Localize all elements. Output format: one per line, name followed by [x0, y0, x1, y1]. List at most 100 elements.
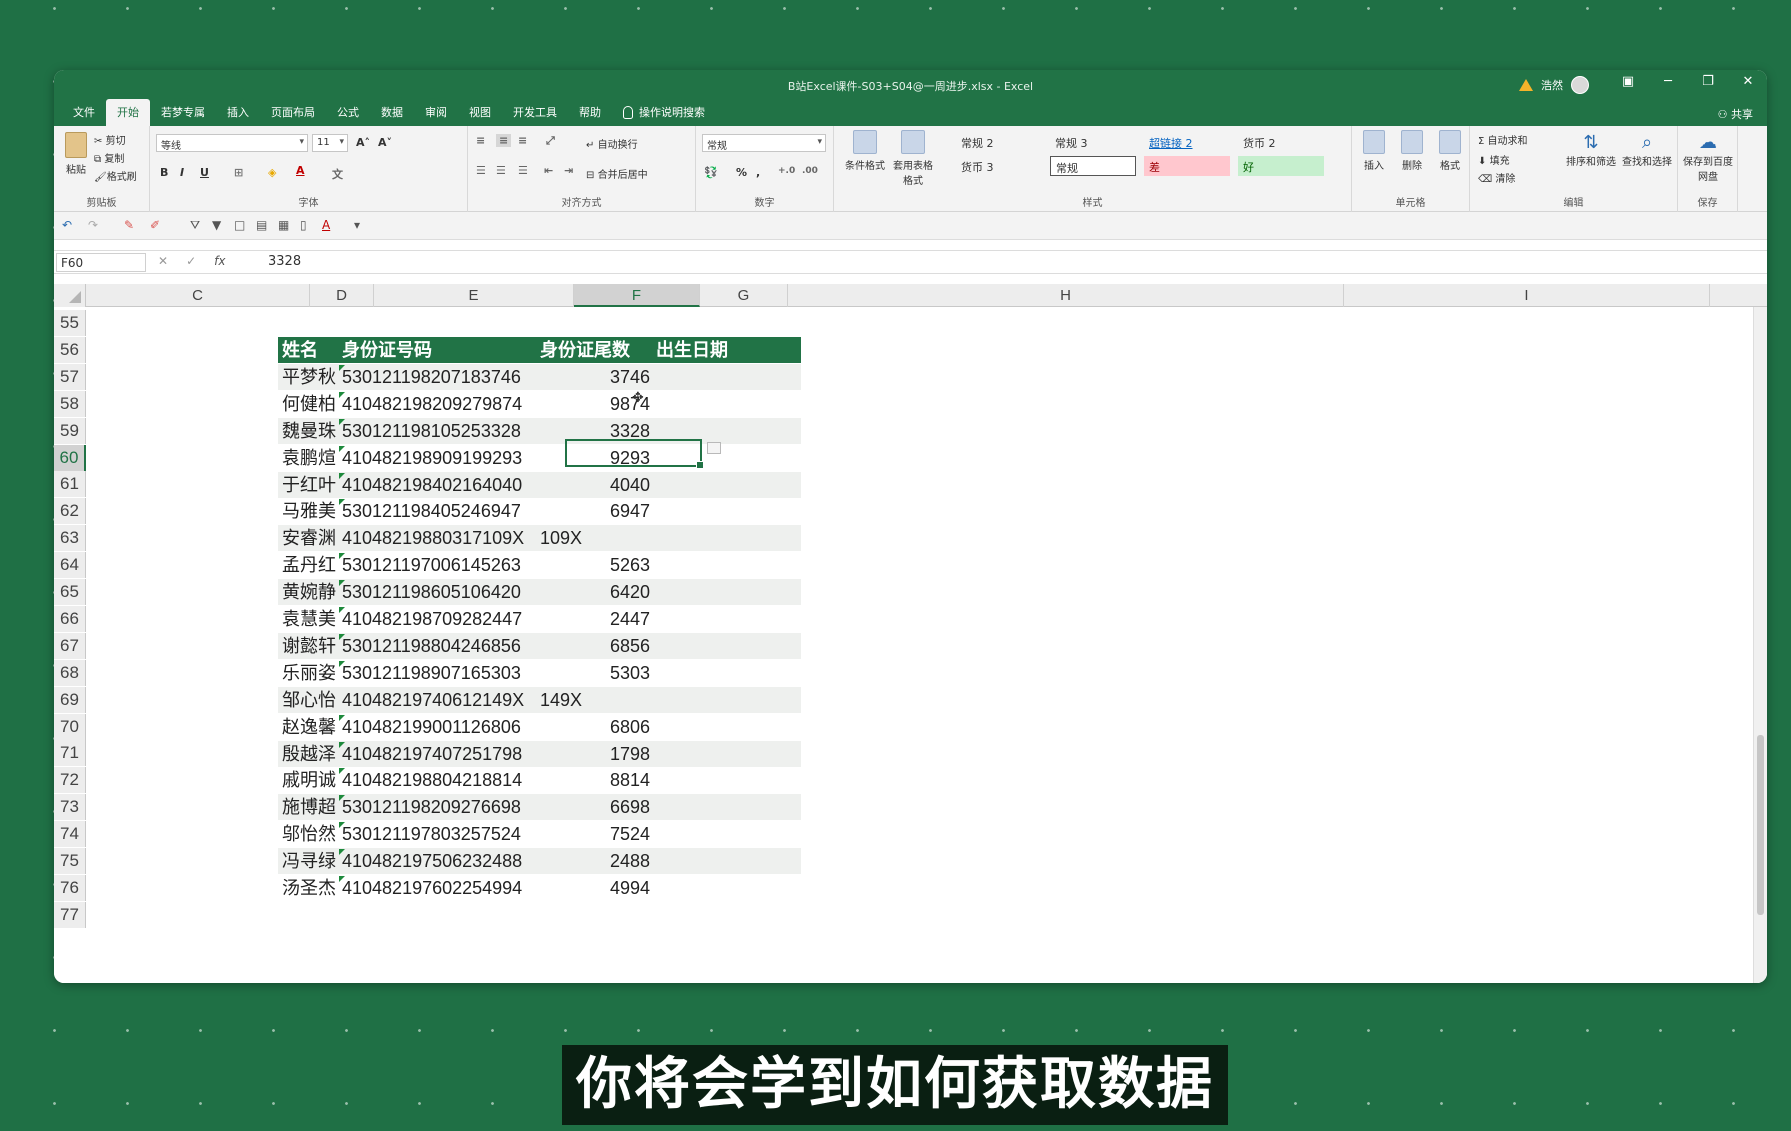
- format-as-table-button[interactable]: 套用表格格式: [890, 130, 936, 187]
- name-cell[interactable]: 谢懿轩: [282, 633, 340, 659]
- column-header-c[interactable]: C: [86, 284, 310, 307]
- header-name[interactable]: 姓名: [282, 337, 340, 363]
- id-number-cell[interactable]: 410482197506232488: [339, 848, 532, 874]
- column-header-e[interactable]: E: [374, 284, 574, 307]
- id-tail-cell[interactable]: 149X: [534, 687, 654, 713]
- row-header-69[interactable]: 69: [54, 686, 86, 713]
- name-cell[interactable]: 戚明诚: [282, 767, 340, 793]
- tab-page-layout[interactable]: 页面布局: [260, 104, 326, 126]
- row-header-70[interactable]: 70: [54, 713, 86, 740]
- sort-filter-button[interactable]: ⇅ 排序和筛选: [1564, 132, 1618, 168]
- row-header-56[interactable]: 56: [54, 336, 86, 363]
- row-header-73[interactable]: 73: [54, 794, 86, 821]
- merge-center-button[interactable]: ⊟ 合并后居中: [586, 166, 648, 181]
- cancel-icon[interactable]: ✕: [158, 254, 168, 268]
- find-select-button[interactable]: ⌕ 查找和选择: [1620, 132, 1674, 168]
- id-number-cell[interactable]: 530121198907165303: [339, 660, 532, 686]
- font-family-select[interactable]: 等线: [156, 134, 308, 152]
- id-tail-cell[interactable]: 5303: [534, 660, 654, 686]
- style-bad[interactable]: 差: [1144, 156, 1230, 176]
- table-icon[interactable]: ▤: [256, 218, 267, 232]
- style-hyperlink-2[interactable]: 超链接 2: [1144, 132, 1230, 152]
- id-tail-cell[interactable]: 6806: [534, 714, 654, 740]
- tab-view[interactable]: 视图: [458, 104, 502, 126]
- insert-cells-button[interactable]: 插入: [1358, 130, 1390, 172]
- close-icon[interactable]: ✕: [1739, 74, 1757, 89]
- column-header-h[interactable]: H: [788, 284, 1344, 307]
- phonetic-icon[interactable]: 文: [332, 166, 343, 182]
- tab-review[interactable]: 审阅: [414, 104, 458, 126]
- increase-decimal-icon[interactable]: +.0: [778, 166, 795, 176]
- row-header-60[interactable]: 60: [54, 444, 86, 471]
- align-right-icon[interactable]: ☰: [518, 164, 528, 177]
- id-tail-cell[interactable]: 8814: [534, 767, 654, 793]
- name-box[interactable]: F60: [56, 253, 146, 272]
- vertical-scrollbar[interactable]: [1753, 307, 1767, 983]
- name-cell[interactable]: 殷越泽: [282, 741, 340, 767]
- customize-qat-icon[interactable]: ▾: [354, 218, 360, 232]
- birth-date-cell[interactable]: [656, 525, 796, 551]
- header-birth-date[interactable]: 出生日期: [656, 337, 796, 363]
- id-tail-cell[interactable]: 6420: [534, 579, 654, 605]
- column-header-d[interactable]: D: [310, 284, 374, 307]
- name-cell[interactable]: 施博超: [282, 794, 340, 820]
- paste-button[interactable]: 粘贴: [62, 132, 90, 176]
- format-painter-button[interactable]: 🖌格式刷: [94, 168, 137, 183]
- tab-home[interactable]: 开始: [106, 99, 150, 126]
- italic-button[interactable]: I: [180, 166, 184, 179]
- id-number-cell[interactable]: 410482198709282447: [339, 606, 532, 632]
- percent-icon[interactable]: %: [736, 166, 747, 179]
- id-number-cell[interactable]: 530121198605106420: [339, 579, 532, 605]
- grid-icon[interactable]: ▦: [278, 218, 289, 232]
- style-currency-3[interactable]: 货币 3: [956, 156, 1042, 176]
- id-number-cell[interactable]: 41048219880317109X: [342, 525, 532, 551]
- font-size-select[interactable]: 11: [312, 134, 348, 152]
- save-baidu-button[interactable]: ☁ 保存到百度网盘: [1682, 132, 1734, 183]
- underline-button[interactable]: U: [200, 166, 209, 179]
- avatar[interactable]: [1571, 76, 1589, 94]
- id-number-cell[interactable]: 530121198405246947: [339, 498, 532, 524]
- row-header-61[interactable]: 61: [54, 471, 86, 498]
- align-top-icon[interactable]: ≡: [476, 134, 485, 147]
- name-cell[interactable]: 平梦秋: [282, 364, 340, 390]
- id-tail-cell[interactable]: 6698: [534, 794, 654, 820]
- comma-icon[interactable]: ,: [756, 166, 760, 179]
- border-icon[interactable]: ⊞: [234, 166, 243, 179]
- worksheet-grid[interactable]: C D E F G H I 55 56 57 58 59 60 61 62 63 64 65 66 67…: [54, 284, 1767, 983]
- row-header-59[interactable]: 59: [54, 417, 86, 444]
- id-number-cell[interactable]: 410482198209279874: [339, 391, 532, 417]
- row-header-68[interactable]: 68: [54, 659, 86, 686]
- id-tail-cell[interactable]: 2488: [534, 848, 654, 874]
- id-tail-cell[interactable]: 6856: [534, 633, 654, 659]
- id-number-cell[interactable]: 530121198209276698: [339, 794, 532, 820]
- row-header-64[interactable]: 64: [54, 552, 86, 579]
- row-header-55[interactable]: 55: [54, 310, 86, 336]
- tab-insert[interactable]: 插入: [216, 104, 260, 126]
- birth-date-cell[interactable]: [656, 472, 796, 498]
- style-normal[interactable]: 常规: [1050, 156, 1136, 176]
- id-number-cell[interactable]: 410482198804218814: [339, 767, 532, 793]
- birth-date-cell[interactable]: [656, 606, 796, 632]
- number-format-select[interactable]: 常规: [702, 134, 826, 152]
- birth-date-cell[interactable]: [656, 848, 796, 874]
- column-header-f[interactable]: F: [574, 284, 700, 307]
- row-header-72[interactable]: 72: [54, 767, 86, 794]
- funnel-clear-icon[interactable]: ⛛: [190, 218, 200, 233]
- row-header-62[interactable]: 62: [54, 498, 86, 525]
- birth-date-cell[interactable]: [656, 660, 796, 686]
- name-cell[interactable]: 乐丽姿: [282, 660, 340, 686]
- birth-date-cell[interactable]: [656, 741, 796, 767]
- copy-button[interactable]: ⧉ 复制: [94, 150, 124, 165]
- share-button[interactable]: ⚇ 共享: [1718, 106, 1753, 122]
- id-number-cell[interactable]: 410482197602254994: [339, 875, 532, 901]
- column-header-i[interactable]: I: [1344, 284, 1710, 307]
- name-cell[interactable]: 汤圣杰: [282, 875, 340, 901]
- currency-icon[interactable]: 💱: [704, 166, 718, 179]
- row-header-67[interactable]: 67: [54, 632, 86, 659]
- birth-date-cell[interactable]: [656, 579, 796, 605]
- birth-date-cell[interactable]: [656, 633, 796, 659]
- style-good[interactable]: 好: [1238, 156, 1324, 176]
- id-tail-cell[interactable]: 2447: [534, 606, 654, 632]
- id-tail-cell[interactable]: 109X: [534, 525, 654, 551]
- name-cell[interactable]: 孟丹红: [282, 552, 340, 578]
